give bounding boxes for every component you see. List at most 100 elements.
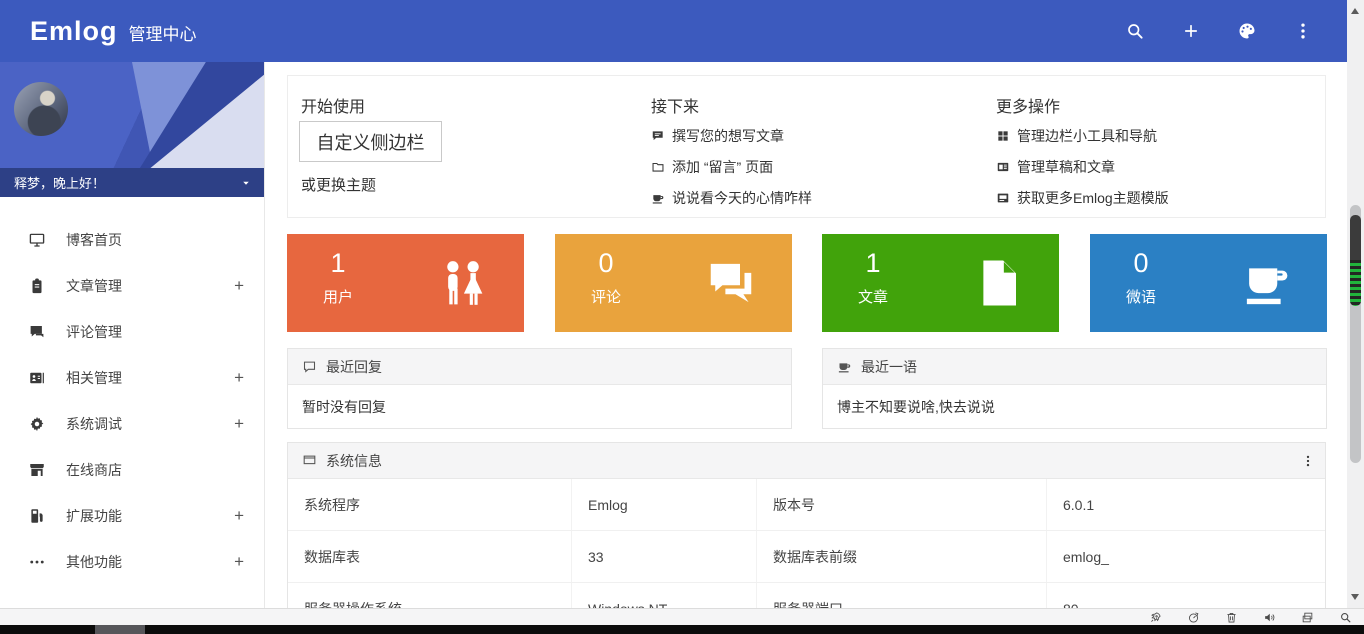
theme-template-icon (996, 191, 1010, 205)
stat-value: 0 (1115, 248, 1167, 279)
scroll-up-button[interactable] (1351, 8, 1359, 14)
performance-icon[interactable] (1187, 611, 1200, 624)
stat-card-articles[interactable]: 1 文章 (822, 234, 1059, 332)
sidebar-item-label: 博客首页 (66, 230, 122, 250)
store-icon (28, 461, 46, 479)
panel-title: 系统信息 (326, 451, 382, 471)
page-folder-icon (651, 160, 665, 174)
coffee-icon (837, 359, 852, 374)
volume-icon[interactable] (1263, 611, 1276, 624)
recent-reply-panel: 最近回复 暂时没有回复 (287, 348, 792, 429)
stat-label: 用户 (312, 286, 364, 307)
sysinfo-value: 33 (571, 531, 756, 582)
write-article-link[interactable]: 撰写您的想写文章 (651, 126, 784, 146)
avatar[interactable] (14, 82, 68, 136)
sidebar-item-label: 评论管理 (66, 322, 122, 342)
profile-banner (0, 62, 264, 168)
customize-sidebar-button[interactable]: 自定义侧边栏 (299, 121, 442, 162)
expand-plus[interactable]: + (234, 414, 244, 434)
scroll-progress-indicator (1350, 215, 1361, 306)
link-label: 添加 “留言” 页面 (672, 157, 773, 177)
stat-value: 1 (847, 248, 899, 279)
expand-plus[interactable]: + (234, 276, 244, 296)
magnifier-icon[interactable] (1339, 611, 1352, 624)
sysinfo-value: emlog_ (1046, 531, 1326, 582)
window-outline-icon (302, 453, 317, 468)
emlog-logo: Emlog (30, 16, 118, 47)
sidebar-item-label: 文章管理 (66, 276, 122, 296)
sidebar-item-related[interactable]: 相关管理 + (0, 355, 264, 401)
sidebar-item-extensions[interactable]: 扩展功能 + (0, 493, 264, 539)
article-file-icon (971, 256, 1025, 310)
table-row: 数据库表 33 数据库表前缀 emlog_ (288, 531, 1325, 583)
sysinfo-value: 80 (1046, 583, 1326, 608)
sidebar-item-store[interactable]: 在线商店 (0, 447, 264, 493)
expand-plus[interactable]: + (234, 506, 244, 526)
sidebar-item-comments[interactable]: 评论管理 (0, 309, 264, 355)
greeting-text: 释梦，晚上好！ (14, 173, 105, 192)
stat-label: 微语 (1115, 286, 1167, 307)
expand-plus[interactable]: + (234, 552, 244, 572)
stat-card-comments[interactable]: 0 评论 (555, 234, 792, 332)
start-title: 开始使用 (301, 93, 365, 117)
stat-value: 1 (312, 248, 364, 279)
panel-title: 最近回复 (326, 357, 382, 377)
sidebar-item-articles[interactable]: 文章管理 + (0, 263, 264, 309)
sidebar-item-label: 扩展功能 (66, 506, 122, 526)
panel-header: 最近回复 (288, 349, 791, 385)
panel-more-icon[interactable] (1301, 454, 1315, 468)
sidebar-item-blog-home[interactable]: 博客首页 (0, 217, 264, 263)
search-icon[interactable] (1125, 21, 1145, 41)
browser-status-bar (0, 608, 1364, 625)
panel-body-link[interactable]: 博主不知要说啥,快去说说 (823, 385, 1326, 429)
greeting-bar[interactable]: 释梦，晚上好！ (0, 168, 264, 197)
sidebar-item-label: 在线商店 (66, 460, 122, 480)
stat-label: 评论 (580, 286, 632, 307)
chevron-down-icon (240, 177, 252, 189)
ellipsis-icon (28, 553, 46, 571)
link-label: 管理草稿和文章 (1017, 157, 1115, 177)
sidebar-item-others[interactable]: 其他功能 + (0, 539, 264, 585)
get-themes-link[interactable]: 获取更多Emlog主题模版 (996, 188, 1169, 208)
theme-palette-icon[interactable] (1237, 21, 1257, 41)
panel-header: 最近一语 (823, 349, 1326, 385)
extension-icon (28, 507, 46, 525)
sidebar-item-system[interactable]: 系统调试 + (0, 401, 264, 447)
rocket-icon[interactable] (1149, 611, 1162, 624)
widgets-grid-icon (996, 129, 1010, 143)
stat-label: 文章 (847, 286, 899, 307)
sidebar-item-label: 相关管理 (66, 368, 122, 388)
more-menu-icon[interactable] (1293, 21, 1313, 41)
manage-widgets-link[interactable]: 管理边栏小工具和导航 (996, 126, 1157, 146)
link-label: 获取更多Emlog主题模版 (1017, 188, 1169, 208)
top-header: Emlog 管理中心 (0, 0, 1347, 62)
taskbar-segment (95, 625, 145, 634)
add-message-page-link[interactable]: 添加 “留言” 页面 (651, 157, 773, 177)
sysinfo-label: 服务器端口 (756, 583, 1046, 608)
more-title: 更多操作 (996, 93, 1060, 117)
next-title: 接下来 (651, 93, 699, 117)
sysinfo-value: 6.0.1 (1046, 479, 1326, 530)
link-label: 说说看今天的心情咋样 (672, 188, 812, 208)
stat-card-whispers[interactable]: 0 微语 (1090, 234, 1327, 332)
stat-card-users[interactable]: 1 用户 (287, 234, 524, 332)
panel-title: 最近一语 (861, 357, 917, 377)
table-row: 服务器操作系统 Windows NT 服务器端口 80 (288, 583, 1325, 608)
stat-value: 0 (580, 248, 632, 279)
expand-plus[interactable]: + (234, 368, 244, 388)
sysinfo-label: 数据库表前缀 (756, 531, 1046, 582)
post-mood-link[interactable]: 说说看今天的心情咋样 (651, 188, 812, 208)
scroll-down-button[interactable] (1351, 594, 1359, 600)
taskbar-edge (0, 625, 1364, 634)
manage-drafts-link[interactable]: 管理草稿和文章 (996, 157, 1115, 177)
link-label: 管理边栏小工具和导航 (1017, 126, 1157, 146)
status-bar-icons (1149, 609, 1352, 625)
table-row: 系统程序 Emlog 版本号 6.0.1 (288, 479, 1325, 531)
windows-icon[interactable] (1301, 611, 1314, 624)
add-new-icon[interactable] (1181, 21, 1201, 41)
trash-icon[interactable] (1225, 611, 1238, 624)
change-theme-link[interactable]: 或更换主题 (301, 174, 376, 195)
sysinfo-label: 系统程序 (288, 479, 571, 530)
header-actions (1125, 0, 1313, 62)
sysinfo-value: Windows NT (571, 583, 756, 608)
